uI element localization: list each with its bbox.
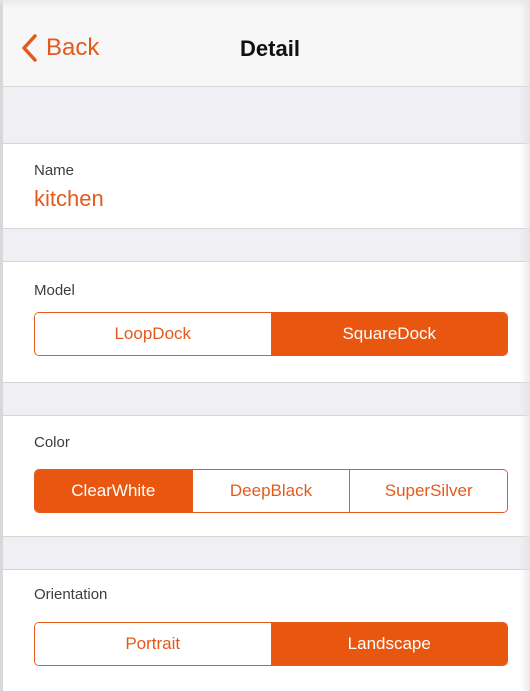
orientation-label: Orientation [34,586,108,603]
group-spacer [0,536,530,570]
segment-supersilver[interactable]: SuperSilver [349,470,507,512]
name-value[interactable]: kitchen [34,186,104,212]
model-segmented-control[interactable]: LoopDock SquareDock [34,312,508,356]
group-spacer [0,382,530,416]
color-cell: Color ClearWhite DeepBlack SuperSilver [0,416,530,536]
model-label: Model [34,282,75,299]
model-cell: Model LoopDock SquareDock [0,262,530,382]
back-label: Back [46,34,100,61]
segment-deepblack[interactable]: DeepBlack [191,470,350,512]
segment-squaredock[interactable]: SquareDock [270,313,507,355]
color-segmented-control[interactable]: ClearWhite DeepBlack SuperSilver [34,469,508,513]
name-label: Name [34,162,75,179]
orientation-cell: Orientation Portrait Landscape [0,570,530,691]
segment-portrait[interactable]: Portrait [35,623,271,665]
page-title: Detail [240,36,300,61]
navigation-bar: Back Detail [0,0,530,87]
name-cell[interactable]: Name kitchen [0,144,530,228]
chevron-left-icon [22,34,37,62]
detail-screen: Back Detail Name kitchen Model LoopDock … [0,0,530,691]
back-button[interactable]: Back [20,28,99,68]
color-label: Color [34,434,70,451]
segment-landscape[interactable]: Landscape [270,623,507,665]
segment-clearwhite[interactable]: ClearWhite [35,470,192,512]
group-spacer [0,228,530,262]
segment-loopdock[interactable]: LoopDock [35,313,271,355]
orientation-segmented-control[interactable]: Portrait Landscape [34,622,508,666]
group-spacer [0,87,530,144]
left-edge-border [0,0,3,691]
